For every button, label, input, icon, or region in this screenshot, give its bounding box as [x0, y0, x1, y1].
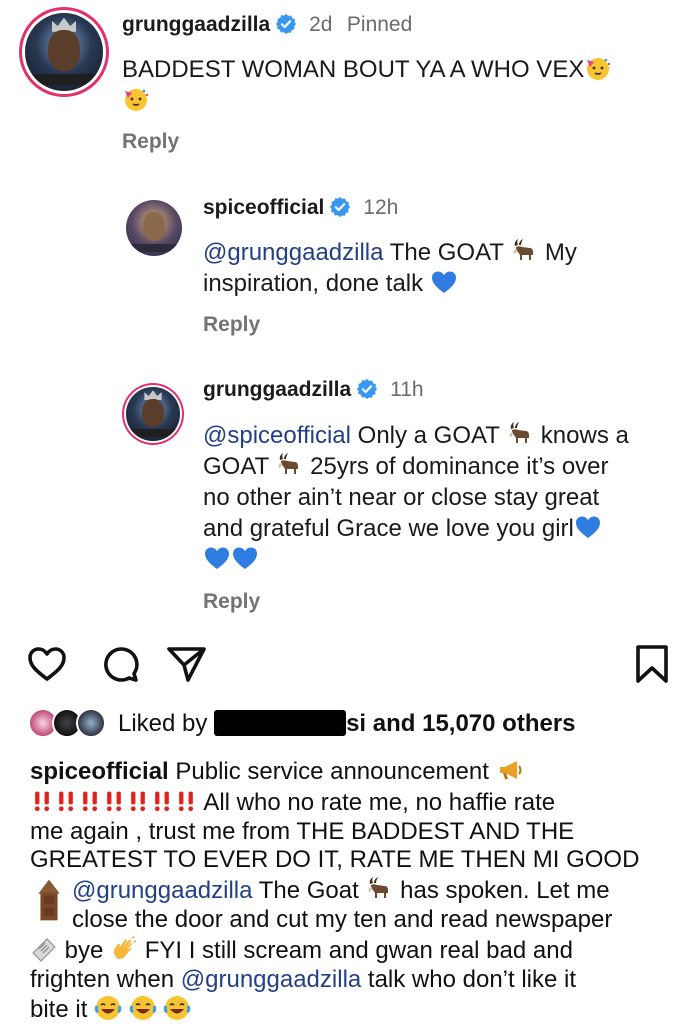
caption-username[interactable]: spiceofficial	[30, 758, 169, 785]
mention-link[interactable]: @grunggaadzilla	[203, 239, 383, 266]
verified-badge-icon	[275, 13, 297, 35]
reply-header: spiceofficial 12h	[203, 196, 398, 220]
reply-text: @spiceofficial Only a GOAT knows a GOAT …	[203, 420, 683, 575]
send-icon[interactable]	[164, 642, 208, 686]
party-face-icon	[122, 85, 150, 113]
reply-button[interactable]: Reply	[203, 313, 260, 337]
liked-count: 15,070 others	[422, 710, 576, 737]
reply-avatar[interactable]	[126, 387, 180, 441]
reply-header: grunggaadzilla 11h	[203, 378, 424, 402]
bookmark-icon[interactable]	[630, 642, 674, 686]
goat-icon	[510, 237, 538, 265]
party-face-icon	[584, 54, 612, 82]
goat-icon	[275, 451, 303, 479]
comment-text: BADDEST WOMAN BOUT YA A WHO VEX	[122, 54, 652, 116]
reply-avatar[interactable]	[126, 200, 182, 256]
comment-header: grunggaadzilla 2d Pinned	[122, 13, 412, 37]
redacted-username	[214, 710, 347, 736]
mention-link[interactable]: @grunggaadzilla	[72, 877, 252, 904]
heart-icon[interactable]	[25, 642, 69, 686]
megaphone-icon	[496, 756, 524, 784]
reply-text: @grunggaadzilla The GOAT My inspiration,…	[203, 237, 577, 297]
reply-username[interactable]: spiceofficial	[203, 196, 324, 219]
reply-button[interactable]: Reply	[122, 130, 179, 154]
goat-icon	[506, 420, 534, 448]
goat-icon	[365, 875, 393, 903]
liker-avatar	[76, 708, 106, 738]
comment-username[interactable]: grunggaadzilla	[122, 13, 270, 36]
reply-time: 12h	[363, 196, 399, 219]
liked-by-text[interactable]: Liked by si and 15,070 others	[118, 710, 576, 738]
post-caption: spiceofficial Public service announcemen…	[30, 756, 640, 1024]
tears-of-joy-icon	[129, 994, 157, 1022]
comment-time: 2d	[309, 13, 333, 36]
reply-time: 11h	[390, 378, 424, 401]
mention-link[interactable]: @grunggaadzilla	[181, 966, 361, 993]
double-exclamation-icons	[30, 789, 198, 816]
tears-of-joy-icon	[163, 994, 191, 1022]
blue-heart-icon	[231, 544, 259, 572]
reply-button[interactable]: Reply	[203, 590, 260, 614]
door-icon	[34, 872, 64, 928]
waving-hand-icon	[110, 935, 138, 963]
mention-link[interactable]: @spiceofficial	[203, 422, 351, 449]
comment-avatar[interactable]	[25, 13, 103, 91]
pinned-badge: Pinned	[346, 13, 413, 36]
tears-of-joy-icon	[94, 994, 122, 1022]
reply-username[interactable]: grunggaadzilla	[203, 378, 351, 401]
newspaper-icon	[30, 935, 58, 963]
blue-heart-icon	[430, 268, 458, 296]
verified-badge-icon	[356, 378, 378, 400]
liked-avatars[interactable]	[28, 708, 110, 740]
comment-icon[interactable]	[98, 642, 142, 686]
blue-heart-icon	[203, 544, 231, 572]
verified-badge-icon	[329, 196, 351, 218]
blue-heart-icon	[574, 513, 602, 541]
